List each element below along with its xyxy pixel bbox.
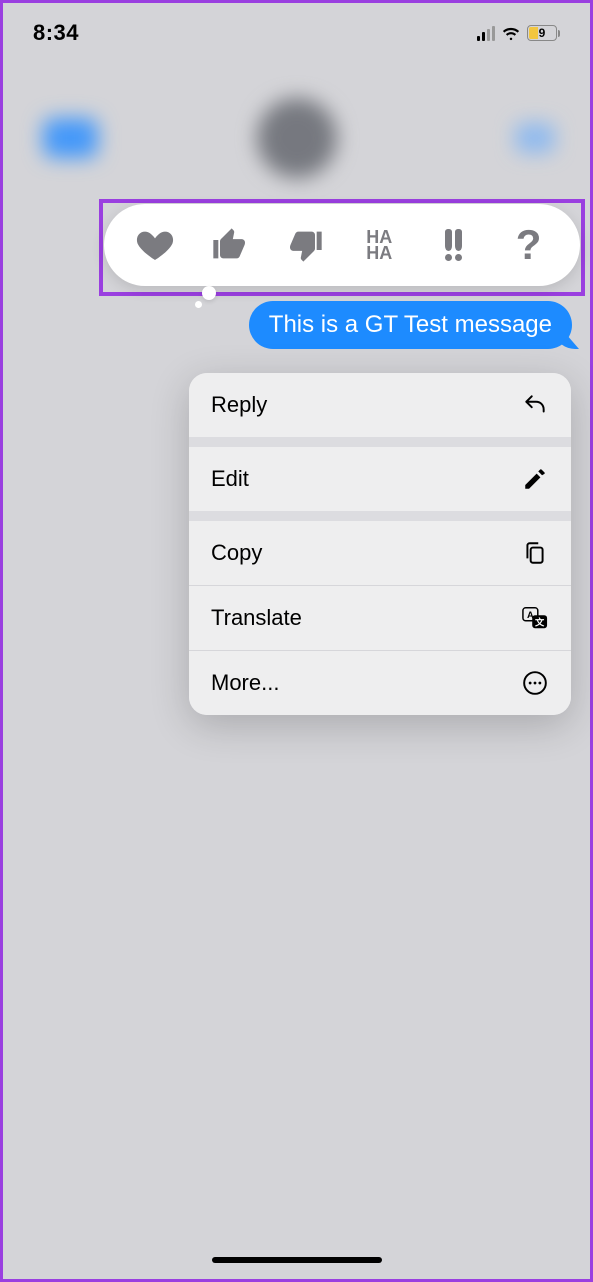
exclaim-icon — [445, 229, 462, 261]
menu-item-copy[interactable]: Copy — [189, 521, 571, 585]
contact-avatar-blurred — [257, 98, 337, 178]
battery-level: 9 — [539, 26, 546, 40]
thumbs-up-icon — [210, 225, 250, 265]
tapback-thumbs-down[interactable] — [283, 223, 327, 267]
tapback-exclaim[interactable] — [432, 223, 476, 267]
menu-item-more[interactable]: More... — [189, 651, 571, 715]
pencil-icon — [521, 465, 549, 493]
cellular-signal-icon — [477, 26, 495, 41]
question-icon: ? — [516, 221, 542, 269]
thumbs-down-icon — [285, 225, 325, 265]
battery-icon: 9 — [527, 25, 560, 41]
back-button-blurred — [43, 118, 98, 158]
tapback-haha[interactable]: HAHA — [357, 223, 401, 267]
tapback-heart[interactable] — [133, 223, 177, 267]
facetime-button-blurred — [515, 123, 555, 153]
menu-label: Copy — [211, 540, 262, 566]
menu-label: Translate — [211, 605, 302, 631]
ellipsis-circle-icon — [521, 669, 549, 697]
menu-item-reply[interactable]: Reply — [189, 373, 571, 437]
message-text: This is a GT Test message — [269, 311, 552, 338]
tapback-question[interactable]: ? — [507, 223, 551, 267]
menu-label: Edit — [211, 466, 249, 492]
menu-item-translate[interactable]: Translate A文 — [189, 586, 571, 650]
reply-arrow-icon — [521, 391, 549, 419]
status-time: 8:34 — [33, 20, 79, 46]
message-context-menu: Reply Edit Copy Translate A文 More... — [189, 373, 571, 715]
status-icons: 9 — [477, 25, 560, 41]
blurred-conversation-header — [3, 88, 590, 198]
heart-icon — [135, 225, 175, 265]
menu-label: Reply — [211, 392, 267, 418]
menu-label: More... — [211, 670, 279, 696]
status-bar: 8:34 9 — [3, 3, 590, 63]
wifi-icon — [501, 25, 521, 41]
tapback-thumbs-up[interactable] — [208, 223, 252, 267]
translate-icon: A文 — [521, 604, 549, 632]
home-indicator[interactable] — [212, 1257, 382, 1263]
menu-item-edit[interactable]: Edit — [189, 447, 571, 511]
tapback-reaction-bar: HAHA ? — [104, 204, 580, 286]
copy-icon — [521, 539, 549, 567]
svg-text:文: 文 — [534, 616, 545, 627]
sent-message-bubble[interactable]: This is a GT Test message — [249, 301, 572, 349]
tapback-highlight-box: HAHA ? — [99, 199, 585, 296]
haha-icon: HAHA — [366, 229, 392, 261]
